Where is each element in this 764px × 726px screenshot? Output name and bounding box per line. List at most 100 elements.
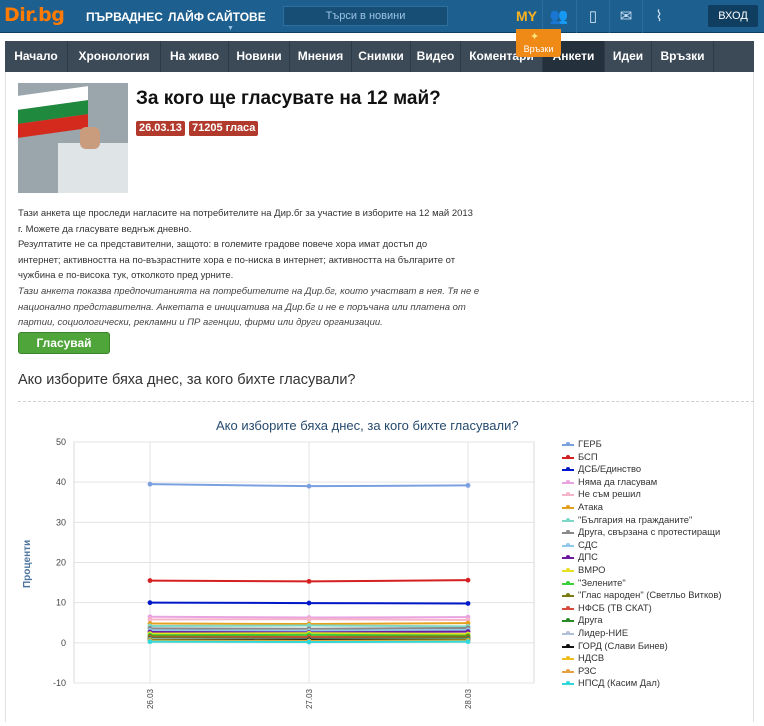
- attachment-icon[interactable]: ⌇: [642, 0, 675, 33]
- legend-marker: [566, 630, 570, 635]
- legend-marker: [566, 567, 570, 572]
- y-tick-label: -10: [53, 678, 66, 688]
- data-point: [147, 578, 153, 583]
- legend-item[interactable]: ДПС: [562, 551, 722, 564]
- site-logo[interactable]: Dir.bg: [4, 4, 65, 26]
- legend-marker: [566, 580, 570, 585]
- chart-legend: ГЕРБ БСП ДСБ/Единство Няма да гласувам Не съ…: [562, 438, 722, 690]
- legend-marker: [566, 479, 570, 484]
- y-tick-label: 30: [56, 517, 66, 527]
- legend-marker: [566, 668, 570, 673]
- legend-item[interactable]: НДСВ: [562, 652, 722, 665]
- topnav-item-parva[interactable]: ПЪРВА: [86, 10, 130, 24]
- legend-label: СДС: [578, 538, 598, 550]
- data-point: [306, 616, 312, 622]
- topnav-item-saytove[interactable]: САЙТОВЕ: [207, 10, 266, 24]
- description-line: интернет; активността на по-възрастните …: [18, 254, 456, 266]
- legend-label: БСП: [578, 450, 598, 462]
- data-point: [306, 483, 312, 489]
- topnav-item-layf[interactable]: ЛАЙФ: [168, 10, 204, 24]
- legend-marker: [566, 605, 570, 610]
- description-line: чужбина е по-висока тук, отколкото пред …: [18, 270, 234, 281]
- tab-video[interactable]: Видео: [411, 41, 461, 72]
- data-point: [147, 481, 153, 487]
- legend-item[interactable]: БСП: [562, 451, 722, 464]
- legend-label: ВМРО: [578, 563, 606, 575]
- legend-marker: [566, 643, 570, 648]
- legend-item[interactable]: "Глас народен" (Светльо Витков): [562, 589, 722, 602]
- legend-label: Не съм решил: [578, 488, 641, 500]
- disclaimer-line: национално представителна. Анкетата е ин…: [18, 301, 466, 313]
- tab-nachalo[interactable]: Начало: [5, 41, 68, 72]
- legend-item[interactable]: СДС: [562, 539, 722, 552]
- legend-label: НФСБ (ТВ СКАТ): [578, 601, 652, 613]
- tab-vrazki[interactable]: Връзки: [652, 41, 714, 72]
- legend-item[interactable]: НФСБ (ТВ СКАТ): [562, 602, 722, 615]
- legend-item[interactable]: НПСД (Касим Дал): [562, 677, 722, 690]
- legend-item[interactable]: "Зелените": [562, 577, 722, 590]
- legend-item[interactable]: "България на гражданите": [562, 514, 722, 527]
- legend-label: "България на гражданите": [578, 513, 693, 525]
- data-point: [147, 600, 153, 606]
- tab-hronologiya[interactable]: Хронология: [68, 41, 161, 72]
- data-point: [465, 482, 471, 488]
- legend-label: Друга: [578, 614, 603, 626]
- disclaimer-line: партии, социологически, рекламни и ПР аг…: [18, 317, 383, 328]
- ballot-box: [58, 143, 128, 193]
- tab-mneniya[interactable]: Мнения: [290, 41, 352, 72]
- legend-label: "Зелените": [578, 576, 626, 588]
- legend-item[interactable]: Няма да гласувам: [562, 476, 722, 489]
- chart-y-label: Проценти: [22, 539, 33, 588]
- legend-label: "Глас народен" (Светльо Витков): [578, 589, 722, 601]
- legend-label: НПСД (Касим Дал): [578, 677, 660, 689]
- tab-na-zhivo[interactable]: На живо: [161, 41, 229, 72]
- tab-snimki[interactable]: Снимки: [352, 41, 411, 72]
- x-tick-label: 26.03: [146, 688, 155, 709]
- legend-item[interactable]: ДСБ/Единство: [562, 463, 722, 476]
- tab-novini[interactable]: Новини: [229, 41, 290, 72]
- mail-icon[interactable]: ✉: [609, 0, 642, 33]
- legend-item[interactable]: Друга: [562, 614, 722, 627]
- tag-icon: ✦: [530, 31, 540, 43]
- login-button[interactable]: ВХОД: [708, 5, 758, 27]
- page: Dir.bg ПЪРВА ДНЕС ЛАЙФ САЙТОВЕ ▼ Търси в…: [0, 0, 764, 726]
- legend-label: ГОРД (Слави Бинев): [578, 639, 668, 651]
- legend-marker: [566, 542, 570, 547]
- topnav-item-dnes[interactable]: ДНЕС: [129, 10, 163, 24]
- vote-button[interactable]: Гласувай: [18, 332, 110, 354]
- legend-item[interactable]: ВМРО: [562, 564, 722, 577]
- poll-disclaimer: Тази анкета показва предпочитанията на п…: [18, 284, 488, 331]
- search-input[interactable]: Търси в новини: [283, 6, 448, 26]
- tab-idei[interactable]: Идеи: [605, 41, 652, 72]
- date-badge: 26.03.13: [136, 121, 185, 136]
- legend-marker: [566, 517, 570, 522]
- legend-item[interactable]: ГЕРБ: [562, 438, 722, 451]
- legend-item[interactable]: РЗС: [562, 665, 722, 678]
- data-point: [465, 639, 471, 645]
- description-line: Резултатите не са представителни, защото…: [18, 239, 428, 250]
- poll-title: За кого ще гласувате на 12 май?: [136, 88, 441, 109]
- legend-label: Няма да гласувам: [578, 475, 658, 487]
- x-tick-label: 27.03: [305, 688, 314, 709]
- data-point: [306, 578, 312, 584]
- y-tick-label: 10: [56, 598, 66, 608]
- poll-question: Ако изборите бяха днес, за кого бихте гл…: [18, 372, 356, 388]
- legend-item[interactable]: Не съм решил: [562, 488, 722, 501]
- y-tick-label: 0: [61, 638, 66, 648]
- legend-label: Атака: [578, 500, 603, 512]
- y-tick-label: 50: [56, 437, 66, 447]
- my-link[interactable]: MY: [516, 8, 537, 24]
- mobile-icon[interactable]: ▯: [576, 0, 609, 33]
- description-line: г. Можете да гласувате веднъж дневно.: [18, 223, 192, 235]
- data-point: [306, 639, 312, 645]
- divider: [18, 401, 754, 402]
- legend-marker: [566, 454, 570, 459]
- legend-item[interactable]: Друга, свързана с протестиращи: [562, 526, 722, 539]
- legend-item[interactable]: Лидер-НИЕ: [562, 627, 722, 640]
- legend-label: НДСВ: [578, 652, 605, 664]
- data-point: [465, 577, 471, 583]
- legend-item[interactable]: ГОРД (Слави Бинев): [562, 640, 722, 653]
- top-bar: Dir.bg ПЪРВА ДНЕС ЛАЙФ САЙТОВЕ ▼ Търси в…: [0, 0, 764, 33]
- legend-item[interactable]: Атака: [562, 501, 722, 514]
- chevron-down-icon[interactable]: ▼: [227, 25, 234, 32]
